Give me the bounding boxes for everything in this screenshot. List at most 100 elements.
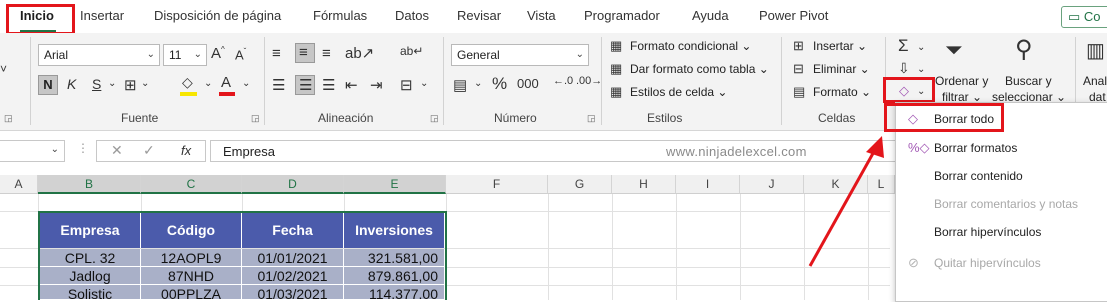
- table-header-inversiones[interactable]: Inversiones: [344, 213, 445, 248]
- tab-programador[interactable]: Programador: [584, 8, 660, 23]
- fill-chevron-icon[interactable]: ⌄: [204, 78, 212, 89]
- comments-button[interactable]: ▭ Co: [1061, 6, 1107, 28]
- table-header-empresa[interactable]: Empresa: [40, 213, 141, 248]
- font-color-icon[interactable]: A: [221, 74, 231, 91]
- autosum-chevron-icon[interactable]: ⌄: [917, 42, 925, 53]
- menu-item-borrar-formatos[interactable]: %◇ Borrar formatos: [896, 136, 1107, 160]
- font-color-chevron-icon[interactable]: ⌄: [242, 78, 250, 89]
- tab-vista[interactable]: Vista: [527, 8, 556, 23]
- percent-button[interactable]: %: [492, 74, 507, 94]
- table-header-codigo[interactable]: Código: [141, 213, 242, 248]
- align-top-icon[interactable]: ≡: [272, 45, 281, 62]
- sort-filter-button[interactable]: Ordenar y: [935, 74, 988, 88]
- autosum-icon[interactable]: Σ: [898, 36, 909, 56]
- column-header-g[interactable]: G: [548, 175, 612, 194]
- decrease-indent-icon[interactable]: ⇤: [345, 76, 358, 94]
- table-cell[interactable]: 879.861,00: [344, 267, 445, 285]
- fuente-launcher-icon[interactable]: ◲: [251, 113, 260, 124]
- underline-button[interactable]: S: [92, 76, 101, 92]
- thousands-button[interactable]: 000: [517, 76, 539, 91]
- fill-down-icon[interactable]: ⇩: [898, 60, 910, 77]
- table-cell[interactable]: Solistic: [40, 285, 141, 300]
- table-cell[interactable]: Jadlog: [40, 267, 141, 285]
- table-cell[interactable]: 01/02/2021: [242, 267, 344, 285]
- table-cell[interactable]: CPL. 32: [40, 249, 141, 267]
- decrease-font-icon[interactable]: Aˇ: [235, 47, 246, 62]
- table-cell[interactable]: 01/03/2021: [242, 285, 344, 300]
- tab-insertar[interactable]: Insertar: [80, 8, 124, 23]
- increase-font-icon[interactable]: A^: [211, 45, 225, 62]
- currency-chevron-icon[interactable]: ⌄: [474, 78, 482, 89]
- insert-function-button[interactable]: fx: [181, 143, 191, 158]
- analyze-data-button[interactable]: Anal: [1083, 74, 1107, 88]
- clipboard-chevron-icon[interactable]: ˅: [0, 62, 7, 76]
- group-separator: [443, 37, 444, 125]
- menu-item-quitar-hipervinculos[interactable]: ⊘ Quitar hipervínculos: [896, 251, 1107, 275]
- border-icon[interactable]: ⊞: [124, 76, 137, 94]
- find-select-button[interactable]: Buscar y: [1005, 74, 1052, 88]
- font-name-dropdown[interactable]: Arial ⌄: [38, 44, 160, 66]
- tab-revisar[interactable]: Revisar: [457, 8, 501, 23]
- border-chevron-icon[interactable]: ⌄: [141, 78, 149, 89]
- align-middle-button[interactable]: ≡: [295, 43, 315, 63]
- italic-button[interactable]: K: [67, 76, 76, 92]
- decrease-decimal-icon[interactable]: .00→: [576, 75, 602, 87]
- column-header-c[interactable]: C: [141, 175, 242, 194]
- menu-item-borrar-contenido[interactable]: Borrar contenido: [896, 164, 1107, 188]
- menu-item-borrar-hipervinculos[interactable]: Borrar hipervínculos: [896, 220, 1107, 244]
- alineacion-launcher-icon[interactable]: ◲: [430, 113, 439, 124]
- table-cell[interactable]: 114.377,00: [344, 285, 445, 300]
- currency-icon[interactable]: ▤: [453, 76, 467, 94]
- numero-launcher-icon[interactable]: ◲: [587, 113, 596, 124]
- column-header-h[interactable]: H: [612, 175, 676, 194]
- format-button[interactable]: Formato ⌄: [813, 85, 871, 99]
- table-cell[interactable]: 12AOPL9: [141, 249, 242, 267]
- column-header-i[interactable]: I: [676, 175, 740, 194]
- table-cell[interactable]: 01/01/2021: [242, 249, 344, 267]
- table-cell[interactable]: 321.581,00: [344, 249, 445, 267]
- watermark-text: www.ninjadelexcel.com: [666, 144, 807, 159]
- align-bottom-icon[interactable]: ≡: [322, 45, 331, 62]
- delete-button[interactable]: Eliminar ⌄: [813, 62, 870, 76]
- chevron-down-icon: ⌄: [50, 144, 59, 155]
- column-header-d[interactable]: D: [242, 175, 344, 194]
- table-header-fecha[interactable]: Fecha: [242, 213, 344, 248]
- underline-chevron-icon[interactable]: ⌄: [108, 78, 116, 89]
- align-center-button[interactable]: ☰: [295, 75, 315, 95]
- wrap-text-icon[interactable]: ab↵: [400, 44, 423, 58]
- orientation-icon[interactable]: ab↗: [345, 44, 374, 62]
- table-cell[interactable]: 87NHD: [141, 267, 242, 285]
- increase-indent-icon[interactable]: ⇥: [370, 76, 383, 94]
- insert-button[interactable]: Insertar ⌄: [813, 39, 867, 53]
- column-header-f[interactable]: F: [446, 175, 548, 194]
- tab-disposicion[interactable]: Disposición de página: [154, 8, 281, 23]
- column-header-b[interactable]: B: [38, 175, 141, 194]
- merge-chevron-icon[interactable]: ⌄: [420, 78, 428, 89]
- enter-icon[interactable]: ✓: [143, 142, 155, 159]
- merge-center-icon[interactable]: ⊟: [400, 76, 413, 94]
- table-cell[interactable]: 00PPLZA: [141, 285, 242, 300]
- cell-styles-button[interactable]: Estilos de celda ⌄: [630, 85, 727, 99]
- fill-color-icon[interactable]: ◇: [182, 74, 193, 91]
- portapapeles-launcher-icon[interactable]: ◲: [4, 113, 13, 124]
- align-left-icon[interactable]: ☰: [272, 76, 285, 94]
- column-header-a[interactable]: A: [0, 175, 38, 194]
- tab-datos[interactable]: Datos: [395, 8, 429, 23]
- number-format-dropdown[interactable]: General ⌄: [451, 44, 589, 66]
- cancel-icon[interactable]: ✕: [111, 142, 123, 159]
- menu-item-borrar-comentarios[interactable]: Borrar comentarios y notas: [896, 192, 1107, 216]
- group-label-celdas: Celdas: [818, 111, 856, 125]
- tab-power-pivot[interactable]: Power Pivot: [759, 8, 828, 23]
- font-size-dropdown[interactable]: 11 ⌄: [163, 44, 207, 66]
- conditional-format-button[interactable]: Formato condicional ⌄: [630, 39, 751, 53]
- tab-ayuda[interactable]: Ayuda: [692, 8, 729, 23]
- column-header-j[interactable]: J: [740, 175, 804, 194]
- format-table-button[interactable]: Dar formato como tabla ⌄: [630, 62, 769, 76]
- fill-chevron-icon[interactable]: ⌄: [917, 64, 925, 75]
- column-header-e[interactable]: E: [344, 175, 446, 194]
- tab-formulas[interactable]: Fórmulas: [313, 8, 367, 23]
- bold-button[interactable]: N: [38, 75, 58, 95]
- increase-decimal-icon[interactable]: ←.0: [553, 75, 573, 87]
- align-right-icon[interactable]: ☰: [322, 76, 335, 94]
- name-box[interactable]: ⌄: [0, 140, 65, 162]
